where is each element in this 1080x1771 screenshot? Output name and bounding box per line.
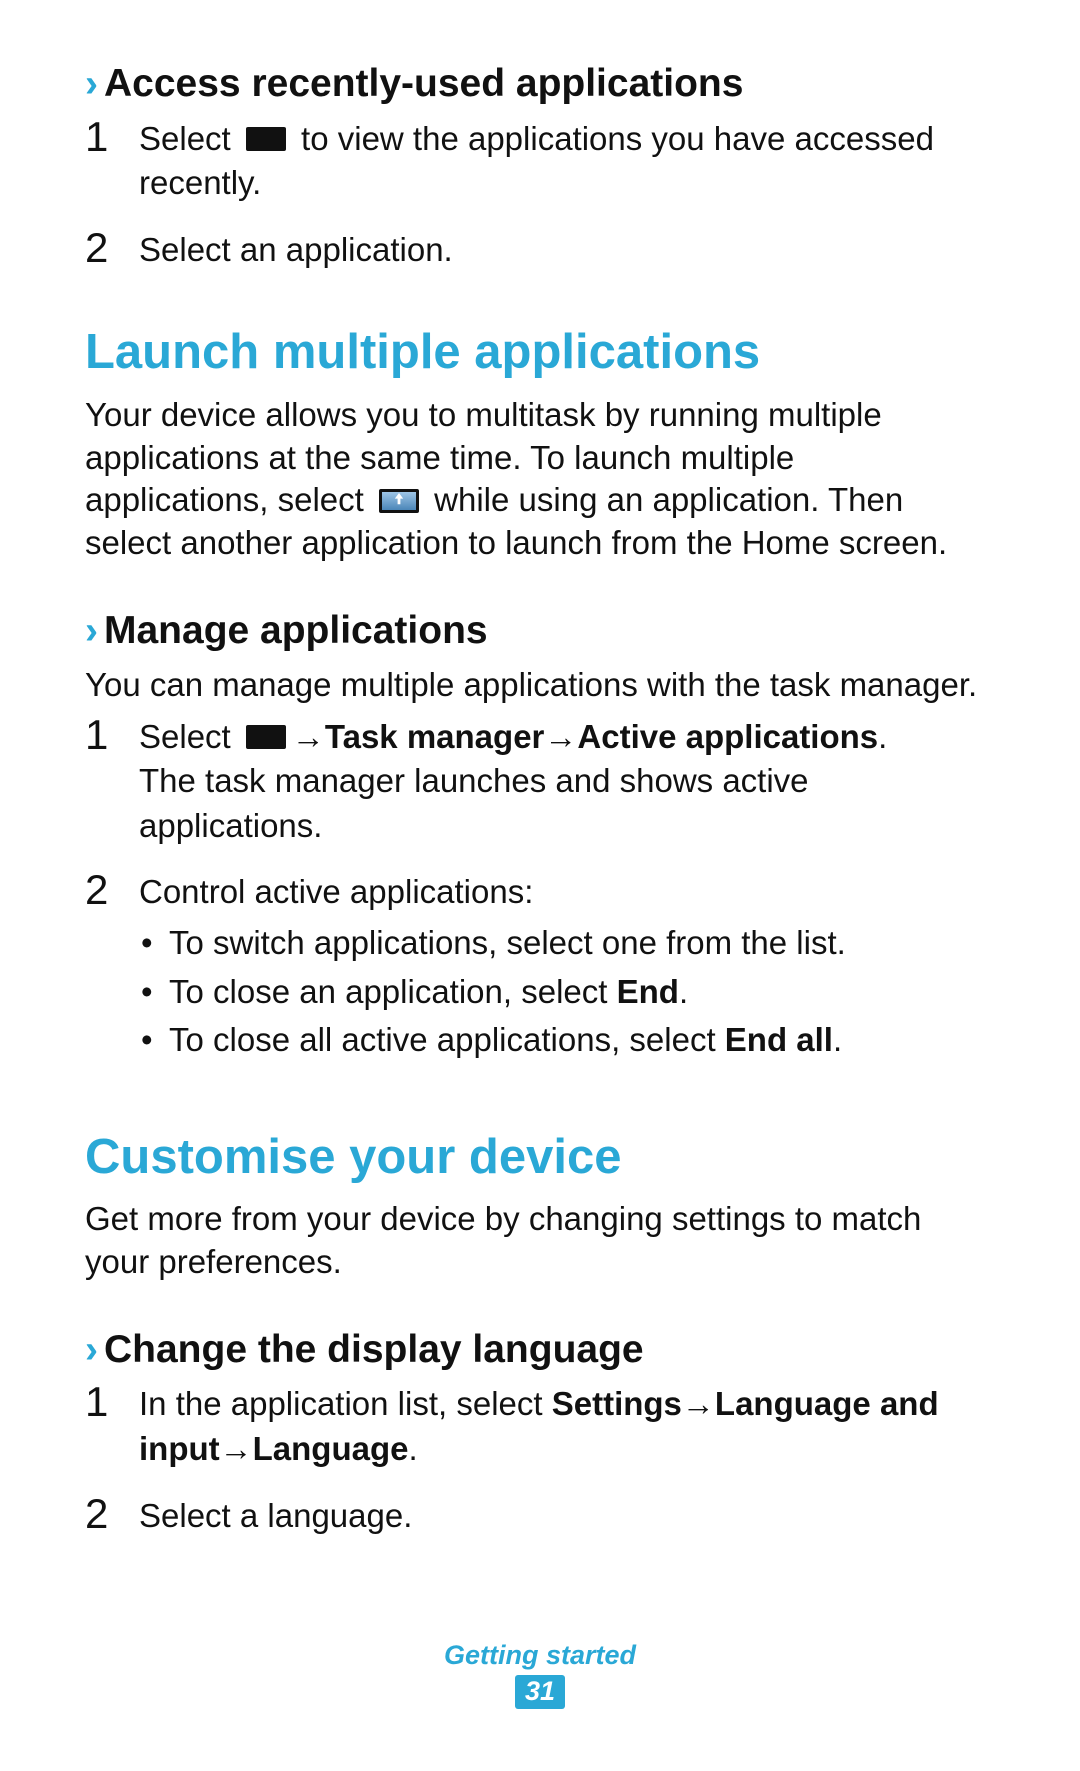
- recent-apps-icon: [246, 725, 286, 749]
- step-item: Control active applications: To switch a…: [85, 870, 985, 1062]
- step-item: Select → Task manager → Active applicati…: [85, 715, 985, 849]
- subheading-text: Manage applications: [104, 609, 488, 652]
- step-item: Select a language.: [85, 1494, 985, 1539]
- subheading-access-recent: ›Access recently-used applications: [85, 60, 985, 109]
- page-content: ›Access recently-used applications Selec…: [85, 60, 985, 1560]
- steps-manage-apps: Select → Task manager → Active applicati…: [85, 715, 985, 1063]
- footer-page-number: 31: [515, 1675, 565, 1709]
- heading-customise: Customise your device: [85, 1127, 985, 1188]
- paragraph-manage-intro: You can manage multiple applications wit…: [85, 664, 985, 707]
- chevron-icon: ›: [85, 1328, 98, 1371]
- step-item: Select an application.: [85, 228, 985, 273]
- heading-launch-multiple: Launch multiple applications: [85, 322, 985, 383]
- bullet-item: To close all active applications, select…: [139, 1018, 985, 1063]
- page-footer: Getting started 31: [0, 1640, 1080, 1709]
- subheading-change-language: ›Change the display language: [85, 1326, 985, 1375]
- bullet-list: To switch applications, select one from …: [139, 921, 985, 1063]
- paragraph-launch-multiple: Your device allows you to multitask by r…: [85, 394, 985, 566]
- subheading-manage-apps: ›Manage applications: [85, 607, 985, 656]
- home-icon: [379, 489, 419, 513]
- subheading-text: Change the display language: [104, 1328, 644, 1371]
- steps-access-recent: Select to view the applications you have…: [85, 117, 985, 273]
- step-item: Select to view the applications you have…: [85, 117, 985, 206]
- steps-change-language: In the application list, select Settings…: [85, 1382, 985, 1538]
- step-item: In the application list, select Settings…: [85, 1382, 985, 1471]
- paragraph-customise: Get more from your device by changing se…: [85, 1198, 985, 1284]
- footer-section-name: Getting started: [0, 1640, 1080, 1671]
- bullet-item: To switch applications, select one from …: [139, 921, 985, 966]
- recent-apps-icon: [246, 127, 286, 151]
- chevron-icon: ›: [85, 62, 98, 105]
- bullet-item: To close an application, select End.: [139, 970, 985, 1015]
- chevron-icon: ›: [85, 609, 98, 652]
- subheading-text: Access recently-used applications: [104, 62, 743, 105]
